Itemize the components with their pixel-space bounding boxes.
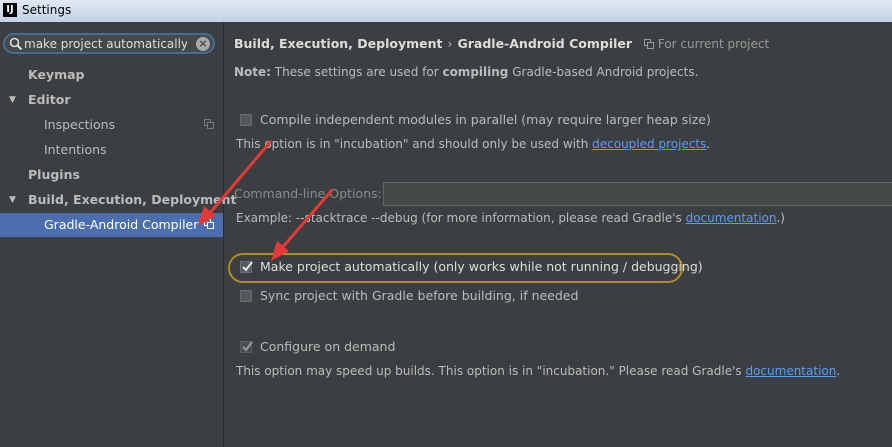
tree-item-label: Gradle-Android Compiler xyxy=(44,217,199,232)
parallel-label: Compile independent modules in parallel … xyxy=(260,112,711,127)
project-settings-icon xyxy=(204,119,214,129)
search-icon xyxy=(9,37,23,51)
cmdline-example-text: Example: --stacktrace --debug (for more … xyxy=(236,211,682,225)
window-title: Settings xyxy=(22,3,72,17)
configure-on-demand-label: Configure on demand xyxy=(260,339,396,354)
breadcrumb-separator: › xyxy=(447,36,453,51)
tree-item-label: Keymap xyxy=(28,67,85,82)
expand-arrow-icon[interactable]: ▼ xyxy=(9,188,16,212)
cmdline-example: Example: --stacktrace --debug (for more … xyxy=(236,211,785,225)
parallel-help: This option is in "incubation" and shoul… xyxy=(236,137,710,151)
settings-search-box[interactable]: × xyxy=(3,33,215,54)
settings-main-panel: Build, Execution, Deployment › Gradle-Andr… xyxy=(224,22,892,447)
checkmark-icon xyxy=(242,261,253,272)
cmdline-label: Command-line Options: xyxy=(234,186,382,201)
breadcrumb: Build, Execution, Deployment › Gradle-Andr… xyxy=(234,36,769,51)
sync-project-checkbox[interactable] xyxy=(240,290,252,302)
intellij-logo-icon: IJ xyxy=(3,3,17,17)
documentation-link[interactable]: documentation xyxy=(686,211,777,225)
tree-item-plugins[interactable]: Plugins xyxy=(0,163,223,187)
make-project-automatically-checkbox[interactable] xyxy=(240,261,253,273)
expand-arrow-icon[interactable]: ▼ xyxy=(9,88,16,112)
tree-item-intentions[interactable]: Intentions xyxy=(0,138,223,162)
cmdline-options-input[interactable] xyxy=(383,182,892,206)
tree-item-gradle-android-compiler[interactable]: Gradle-Android Compiler xyxy=(0,213,223,237)
tree-item-keymap[interactable]: Keymap xyxy=(0,63,223,87)
clear-search-icon[interactable]: × xyxy=(196,37,210,51)
scope-text: For current project xyxy=(657,37,770,51)
note-text: Note: These settings are used for compil… xyxy=(234,65,698,79)
parallel-help-text: This option is in "incubation" and shoul… xyxy=(236,137,589,151)
note-text-2: Gradle-based Android projects. xyxy=(512,65,699,79)
scope-label: For current project xyxy=(644,37,769,51)
note-prefix: Note: xyxy=(234,65,271,79)
tree-item-label: Intentions xyxy=(44,142,107,157)
decoupled-projects-link[interactable]: decoupled projects xyxy=(592,137,706,151)
note-emphasis: compiling xyxy=(442,65,509,79)
breadcrumb-section: Build, Execution, Deployment xyxy=(234,36,443,51)
checkmark-icon xyxy=(242,341,253,352)
tree-item-label: Inspections xyxy=(44,117,116,132)
configure-help-end: . xyxy=(836,364,841,378)
tree-item-editor[interactable]: ▼ Editor xyxy=(0,88,223,112)
tree-item-label: Editor xyxy=(28,92,71,107)
search-input[interactable] xyxy=(24,36,187,52)
configure-on-demand-checkbox[interactable] xyxy=(240,341,253,353)
documentation-link[interactable]: documentation xyxy=(745,364,836,378)
configure-help-text: This option may speed up builds. This op… xyxy=(236,364,742,378)
tree-item-build-execution-deployment[interactable]: ▼ Build, Execution, Deployment xyxy=(0,188,236,212)
configure-help: This option may speed up builds. This op… xyxy=(236,364,840,378)
sync-project-label: Sync project with Gradle before building… xyxy=(260,288,579,303)
tree-item-inspections[interactable]: Inspections xyxy=(0,113,223,137)
breadcrumb-page: Gradle-Android Compiler xyxy=(457,36,633,51)
cmdline-example-end: .) xyxy=(776,211,785,225)
note-text-1: These settings are used for xyxy=(274,65,439,79)
project-settings-icon xyxy=(204,219,214,229)
tree-item-label: Build, Execution, Deployment xyxy=(28,192,237,207)
settings-sidebar: × Keymap ▼ Editor Inspections Intentions… xyxy=(0,22,236,447)
tree-item-label: Plugins xyxy=(28,167,80,182)
title-bar: IJ Settings xyxy=(0,0,892,22)
make-project-automatically-label: Make project automatically (only works w… xyxy=(260,259,703,274)
parallel-checkbox[interactable] xyxy=(240,114,252,126)
project-settings-icon xyxy=(644,39,655,49)
parallel-help-end: . xyxy=(706,137,711,151)
